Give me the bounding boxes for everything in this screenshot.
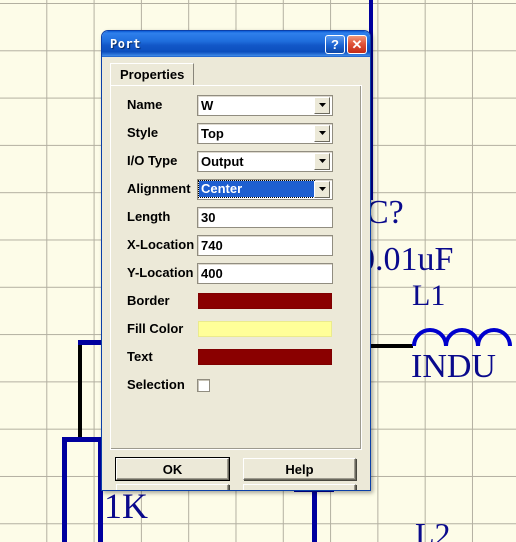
schematic-label-indu: INDU: [411, 348, 496, 385]
label-alignment: Alignment: [127, 181, 191, 196]
label-length: Length: [127, 209, 171, 224]
label-name: Name: [127, 97, 163, 112]
wire-vertical-left[interactable]: [78, 340, 82, 440]
field-row-alignment: Alignment Center: [111, 178, 361, 200]
schematic-label-c: C?: [366, 194, 404, 231]
schematic-label-l1: L1: [412, 279, 446, 312]
chevron-down-icon[interactable]: [314, 152, 330, 170]
io-type-combo-value: Output: [201, 153, 244, 169]
y-location-input-value: 400: [201, 265, 223, 281]
tab-properties[interactable]: Properties: [110, 63, 195, 86]
wire-vertical-bottom-right[interactable]: [312, 487, 317, 542]
field-row-y-location: Y-Location 400: [111, 262, 361, 284]
global-button[interactable]: Global >>: [243, 484, 356, 491]
field-row-io-type: I/O Type Output: [111, 150, 361, 172]
field-row-x-location: X-Location 740: [111, 234, 361, 256]
length-input-value: 30: [201, 209, 216, 225]
label-x-location: X-Location: [127, 237, 195, 252]
x-location-input-value: 740: [201, 237, 223, 253]
schematic-label-l2: L2: [415, 516, 451, 542]
wire-horizontal-to-inductor[interactable]: [371, 344, 413, 348]
field-row-fill-color: Fill Color: [111, 318, 361, 340]
text-color-swatch[interactable]: [197, 348, 333, 366]
alignment-combo[interactable]: Center: [197, 178, 333, 200]
chevron-down-icon[interactable]: [314, 96, 330, 114]
dialog-titlebar[interactable]: Port ? ✕: [102, 31, 370, 57]
chevron-down-icon[interactable]: [314, 124, 330, 142]
dialog-title: Port: [110, 37, 141, 51]
properties-panel: Name W Style Top I/O Type Output Alignme…: [110, 85, 362, 450]
y-location-input[interactable]: 400: [197, 262, 333, 284]
label-fill-color: Fill Color: [127, 321, 184, 336]
x-location-input[interactable]: 740: [197, 234, 333, 256]
tab-strip: Properties: [102, 57, 370, 86]
label-text-color: Text: [127, 349, 153, 364]
help-icon[interactable]: ?: [325, 34, 345, 54]
schematic-label-capacitance: 0.01uF: [358, 241, 454, 278]
global-button-rest: lobal >>: [280, 488, 329, 491]
field-row-style: Style Top: [111, 122, 361, 144]
ok-button[interactable]: OK: [115, 457, 230, 481]
style-combo-value: Top: [201, 125, 224, 141]
field-row-length: Length 30: [111, 206, 361, 228]
label-selection: Selection: [127, 377, 185, 392]
chevron-down-icon[interactable]: [314, 180, 330, 198]
length-input[interactable]: 30: [197, 206, 333, 228]
cancel-button[interactable]: Cancel: [116, 484, 229, 490]
help-button[interactable]: Help: [243, 458, 356, 480]
label-y-location: Y-Location: [127, 265, 194, 280]
field-row-text-color: Text: [111, 346, 361, 368]
label-style: Style: [127, 125, 159, 140]
name-combo-value: W: [201, 97, 214, 113]
port-dialog[interactable]: Port ? ✕ Properties Name W Style Top I/O…: [101, 30, 371, 491]
inductor-symbol[interactable]: [412, 316, 516, 348]
global-button-accel: G: [270, 488, 280, 491]
resistor-body-left-edge[interactable]: [62, 437, 67, 542]
field-row-selection: Selection: [111, 374, 361, 396]
schematic-label-1k: 1K: [104, 486, 148, 526]
io-type-combo[interactable]: Output: [197, 150, 333, 172]
alignment-combo-value: Center: [198, 180, 315, 198]
label-border: Border: [127, 293, 170, 308]
border-color-swatch[interactable]: [197, 292, 333, 310]
style-combo[interactable]: Top: [197, 122, 333, 144]
fill-color-swatch[interactable]: [197, 320, 333, 338]
name-combo[interactable]: W: [197, 94, 333, 116]
label-io-type: I/O Type: [127, 153, 178, 168]
resistor-body-top-edge[interactable]: [62, 437, 103, 442]
field-row-border: Border: [111, 290, 361, 312]
close-icon[interactable]: ✕: [347, 34, 367, 54]
selection-checkbox[interactable]: [197, 378, 210, 392]
field-row-name: Name W: [111, 94, 361, 116]
